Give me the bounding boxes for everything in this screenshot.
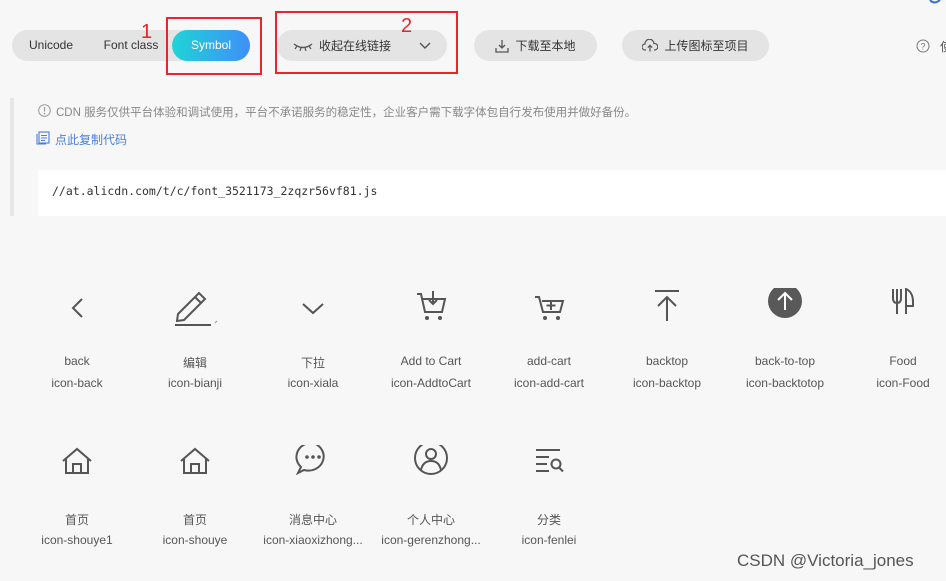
icon-code: icon-bianji: [167, 376, 223, 390]
icon-code: icon-AddtoCart: [390, 376, 472, 390]
icon-card-xiaoxizhongxin[interactable]: 消息中心 icon-xiaoxizhong...: [254, 445, 372, 575]
icon-card-food[interactable]: Food icon-Food: [844, 288, 946, 418]
icon-card-xiala[interactable]: 下拉 icon-xiala: [254, 288, 372, 418]
arrow-top-bar-icon: [647, 288, 687, 328]
logo-fragment-icon: [929, 0, 941, 4]
icon-card-shouye[interactable]: 首页 icon-shouye: [136, 445, 254, 575]
icon-code: icon-back: [51, 376, 103, 390]
user-circle-icon: [411, 445, 451, 485]
cdn-panel: CDN 服务仅供平台体验和调试使用，平台不承诺服务的稳定性，企业客户需下载字体包…: [10, 98, 946, 216]
icon-name: 编辑: [182, 356, 207, 370]
icon-name: back-to-top: [754, 354, 816, 368]
download-icon: [495, 39, 510, 53]
upload-label: 上传图标至项目: [664, 39, 749, 53]
watermark: CSDN @Victoria_jones: [737, 551, 914, 570]
info-icon: [38, 104, 51, 120]
chevron-down-icon: [293, 288, 333, 328]
cdn-url[interactable]: //at.alicdn.com/t/c/font_3521173_2zqzr56…: [52, 184, 377, 198]
copy-icon: [36, 131, 50, 148]
home-icon: [175, 445, 215, 485]
icon-card-shouye1[interactable]: 首页 icon-shouye1: [18, 445, 136, 575]
icon-name: 分类: [536, 513, 561, 527]
circle-arrow-up-icon: [765, 288, 805, 328]
icon-code: icon-gerenzhong...: [381, 533, 481, 547]
icon-code: icon-add-cart: [513, 376, 585, 390]
svg-text:?: ?: [920, 42, 925, 52]
icon-card-gerenzhongxin[interactable]: 个人中心 icon-gerenzhong...: [372, 445, 490, 575]
icon-card-fenlei[interactable]: 分类 icon-fenlei: [490, 445, 608, 575]
annotation-box-2: [275, 11, 458, 74]
icon-name: 首页: [182, 513, 207, 527]
icon-code: icon-xiaoxizhong...: [263, 533, 363, 547]
tab-font-class[interactable]: Font class: [94, 30, 168, 61]
chevron-left-icon: [57, 288, 97, 328]
annotation-number-2: 2: [401, 15, 413, 37]
annotation-box-1: [166, 17, 262, 75]
download-label: 下载至本地: [515, 39, 576, 53]
icon-code: icon-shouye: [162, 533, 228, 547]
icon-code: icon-Food: [876, 376, 930, 390]
icon-code: icon-backtotop: [745, 376, 825, 390]
copy-code-label: 点此复制代码: [55, 133, 128, 147]
list-search-icon: [529, 445, 569, 485]
icon-card-add-cart[interactable]: add-cart icon-add-cart: [490, 288, 608, 418]
pencil-icon: [175, 288, 218, 328]
icon-name: 首页: [64, 513, 89, 527]
home-icon: [57, 445, 97, 485]
chat-bubble-icon: [293, 445, 333, 485]
fork-knife-icon: [883, 288, 923, 328]
icon-code: icon-backtop: [632, 376, 702, 390]
cart-plus-icon: [529, 288, 569, 328]
icon-code: icon-shouye1: [41, 533, 113, 547]
icon-name: 个人中心: [406, 513, 455, 527]
cloud-upload-icon: [642, 39, 659, 52]
icon-name: 下拉: [300, 356, 325, 370]
icon-card-back[interactable]: back icon-back: [18, 288, 136, 418]
icon-name: 消息中心: [288, 513, 337, 527]
icon-card-backtop[interactable]: backtop icon-backtop: [608, 288, 726, 418]
upload-button[interactable]: 上传图标至项目: [622, 30, 769, 61]
icon-name: back: [64, 354, 90, 368]
copy-code-link[interactable]: 点此复制代码: [36, 131, 127, 148]
help-label[interactable]: 使: [940, 38, 946, 55]
cart-down-icon: [411, 288, 451, 328]
annotation-number-1: 1: [141, 21, 153, 43]
icon-code: icon-xiala: [287, 376, 339, 390]
tab-unicode[interactable]: Unicode: [12, 30, 90, 61]
icon-code: icon-fenlei: [521, 533, 577, 547]
icon-name: add-cart: [526, 354, 572, 368]
code-block[interactable]: //at.alicdn.com/t/c/font_3521173_2zqzr56…: [38, 170, 946, 216]
download-button[interactable]: 下载至本地: [474, 30, 597, 61]
cdn-notice-text: CDN 服务仅供平台体验和调试使用，平台不承诺服务的稳定性，企业客户需下载字体包…: [56, 107, 637, 119]
icon-card-bianji[interactable]: 编辑 icon-bianji: [136, 288, 254, 418]
icon-name: Food: [889, 354, 917, 368]
icon-name: backtop: [645, 354, 689, 368]
icon-name: Add to Cart: [400, 354, 462, 368]
help-icon[interactable]: ?: [916, 39, 930, 58]
icon-card-addtocart[interactable]: Add to Cart icon-AddtoCart: [372, 288, 490, 418]
cdn-notice: CDN 服务仅供平台体验和调试使用，平台不承诺服务的稳定性，企业客户需下载字体包…: [38, 104, 636, 120]
icon-card-backtotop[interactable]: back-to-top icon-backtotop: [726, 288, 844, 418]
